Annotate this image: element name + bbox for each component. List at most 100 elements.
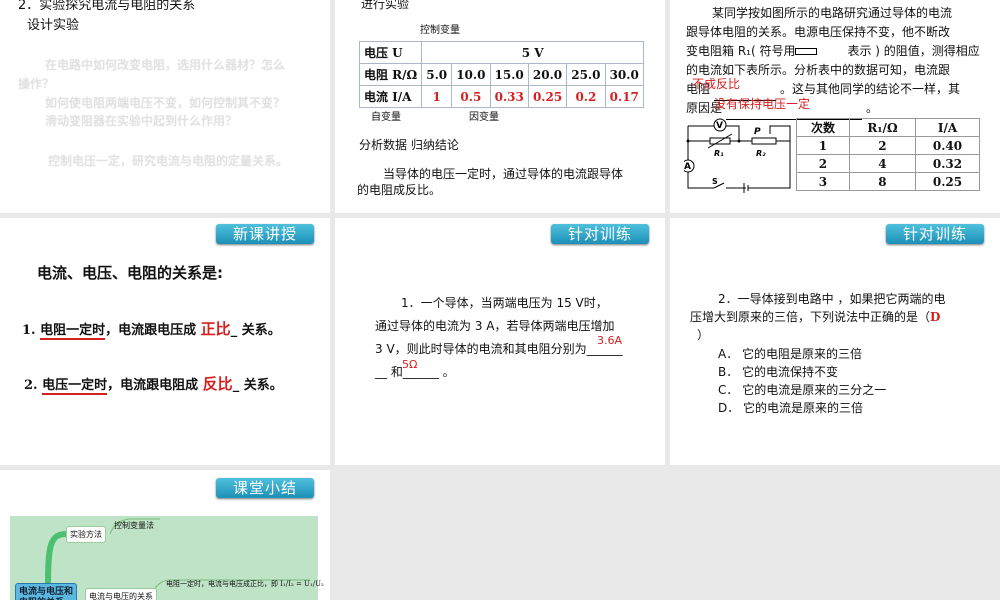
table-row: 2 4 0.32 — [796, 154, 980, 173]
table-row: 1 2 0.40 — [796, 136, 980, 155]
slide1-q4: 控制电压一定，研究电流与电阻的定量关系。 — [48, 154, 289, 168]
option-a[interactable]: A． 它的电阻是原来的三倍 — [718, 345, 862, 362]
section-tag: 课堂小结 — [216, 478, 314, 498]
p-label: P — [754, 127, 761, 137]
mind-map: 实验方法 控制变量法 电流与电压的关系 电阻一定时，电流与电压成正比，即 I₁/… — [10, 516, 324, 600]
slide-4[interactable]: 新课讲授 电流、电压、电阻的关系是: 1. 电阻一定时，电流跟电压成 正比_ 关… — [0, 218, 330, 465]
slide-1[interactable]: 2．实验探究电流与电阻的关系 设计实验 在电路中如何改变电阻，选用什么器材？怎么… — [0, 0, 330, 213]
slide1-q3: 滑动变阻器在实验中起到什么作用？ — [45, 114, 238, 128]
slide4-title: 电流、电压、电阻的关系是: — [37, 264, 223, 282]
option-b[interactable]: B． 它的电流保持不变 — [718, 363, 838, 380]
cell: 25.0 — [566, 63, 606, 86]
cell: 1 — [796, 136, 850, 155]
cell: 10.0 — [451, 63, 491, 86]
answer: D — [930, 310, 941, 324]
section-tag: 新课讲授 — [216, 224, 314, 244]
cell: 1 — [421, 85, 453, 108]
table-row: 3 8 0.25 — [796, 172, 980, 191]
q1-line: 1．一个导体，当两端电压为 15 V时， — [401, 296, 608, 310]
q2-text: 压增大到原来的三倍，下列说法中正确的是（ — [690, 310, 931, 324]
slide-6[interactable]: 针对训练 2．一导体接到电路中 ，如果把它两端的电 压增大到原来的三倍，下列说法… — [670, 218, 1000, 465]
option-d[interactable]: D． 它的电流是原来的三倍 — [718, 399, 863, 416]
cell: 0.2 — [566, 85, 606, 108]
cell: 2 — [848, 136, 917, 155]
header-cell: 次数 — [796, 118, 850, 137]
item-end: _ 关系。 — [232, 378, 283, 393]
results-table: 次数 R₁/Ω I/A 1 2 0.40 2 4 0.32 3 8 0.25 — [796, 118, 980, 191]
cell: 0.32 — [915, 154, 980, 173]
slide1-heading: 2．实验探究电流与电阻的关系 — [18, 0, 196, 13]
cell: 0.17 — [604, 85, 645, 108]
cell: 5.0 — [421, 63, 453, 86]
r1-label: R₁ — [714, 149, 724, 158]
row-label: 电流 I/A — [358, 85, 423, 108]
independent-label: 自变量 — [371, 112, 401, 123]
answer: 正比 — [200, 320, 231, 338]
header-cell: I/A — [915, 118, 980, 137]
cell: 2 — [796, 154, 850, 173]
relation-item-2: 2. 电压一定时，电流跟电阻成 反比_ 关系。 — [24, 373, 283, 395]
section-tag: 针对训练 — [886, 224, 984, 244]
option-c[interactable]: C． 它的电流是原来的三分之一 — [718, 381, 886, 398]
relation-item-1: 1. 电阻一定时，电流跟电压成 正比_ 关系。 — [22, 318, 281, 340]
item-end: _ 关系。 — [230, 323, 281, 338]
switch-label: S — [712, 177, 718, 186]
conclusion-b: 的电阻成反比。 — [357, 183, 442, 197]
voltmeter-label: V — [716, 121, 723, 131]
item-text: ，电流跟电阻成 — [107, 378, 199, 393]
root-node[interactable]: 电流与电压和电阻的关系 — [15, 583, 77, 600]
cell: 3 — [796, 172, 850, 191]
node-experiment-method[interactable]: 实验方法 — [66, 526, 106, 543]
answer-current: 3.6A — [597, 334, 623, 347]
circuit-diagram: V A R₁ R₂ P S — [684, 118, 791, 193]
section-tag: 针对训练 — [551, 224, 649, 244]
s3-line3b: 表示 ) 的阻值，测得相应 — [847, 44, 980, 58]
table-row: 电阻 R/Ω 5.0 10.0 15.0 20.0 25.0 30.0 — [358, 63, 645, 86]
q2-line1: 2．一导体接到电路中 ，如果把它两端的电 — [718, 292, 946, 306]
s3-line6b: 。 — [866, 101, 879, 115]
slide-5[interactable]: 针对训练 1．一个导体，当两端电压为 15 V时， 通过导体的电流为 3 A，若… — [335, 218, 665, 465]
answer: 反比 — [202, 375, 233, 393]
slide-7[interactable]: 课堂小结 实验方法 控制变量法 电流与电压的关系 电阻一定时，电流与电压成正比，… — [0, 470, 330, 600]
cell: 0.40 — [915, 136, 980, 155]
slide1-q1a: 在电路中如何改变电阻，选用什么器材？怎么 — [45, 58, 286, 72]
resistor-box-symbol — [795, 48, 818, 55]
conclusion-a: 当导体的电压一定时，通过导体的电流跟导体 — [383, 167, 624, 181]
node-current-voltage[interactable]: 电流与电压的关系 — [85, 588, 157, 600]
experiment-table: 电压 U5 V 电阻 R/Ω 5.0 10.0 15.0 20.0 25.0 30.0 电… — [358, 41, 645, 108]
item-number: 2. — [24, 378, 38, 393]
answer-resistance: 5Ω — [402, 358, 418, 371]
cell: 0.5 — [451, 85, 491, 108]
cell: 0.25 — [915, 172, 980, 191]
cell: 5 V — [421, 41, 644, 64]
row-label: 电阻 R/Ω — [358, 63, 423, 86]
q2-line3: ） — [697, 328, 710, 342]
slide2-heading: 进行实验 — [361, 0, 410, 11]
row-label: 电压 U — [358, 41, 423, 64]
answer-2: 没有保持电压一定 — [714, 97, 811, 111]
slide-2[interactable]: 进行实验 控制变量 电压 U5 V 电阻 R/Ω 5.0 10.0 15.0 20.0… — [335, 0, 665, 213]
r2-label: R₂ — [756, 149, 766, 158]
answer-1: 不成反比 — [692, 77, 741, 91]
dependent-label: 因变量 — [469, 112, 499, 123]
slide1-q1b: 操作？ — [18, 77, 55, 91]
q1-line: 通过导体的电流为 3 A，若导体两端电压增加 — [375, 319, 615, 333]
cell: 15.0 — [489, 63, 529, 86]
cell: 0.33 — [489, 85, 529, 108]
cell: 8 — [848, 172, 917, 191]
slide1-sub: 设计实验 — [27, 18, 80, 33]
table-row: 电压 U5 V — [358, 41, 644, 64]
table-header: 次数 R₁/Ω I/A — [796, 118, 980, 137]
slide-3[interactable]: 某同学按如图所示的电路研究通过导体的电流 跟导体电阻的关系。电源电压保持不变，他… — [670, 0, 1000, 213]
control-variable-label: 控制变量 — [420, 25, 460, 36]
condition: 电压一定时 — [42, 378, 108, 395]
header-cell: R₁/Ω — [848, 118, 917, 137]
node-current-voltage-detail: 电阻一定时，电流与电压成正比，即 I₁/I₂ = U₁/U₂ — [166, 580, 324, 588]
s3-line3a: 变电阻箱 R₁( 符号用 — [686, 44, 796, 58]
cell: 4 — [848, 154, 917, 173]
slide1-q2: 如何使电阻两端电压不变，如何控制其不变？ — [45, 96, 286, 110]
table-row: 电流 I/A 1 0.5 0.33 0.25 0.2 0.17 — [358, 85, 645, 108]
q2-line2: 压增大到原来的三倍，下列说法中正确的是（D — [690, 308, 940, 325]
condition: 电阻一定时 — [40, 323, 106, 340]
s3-line5b: 。这与其他同学的结论不一样，其 — [780, 82, 961, 96]
